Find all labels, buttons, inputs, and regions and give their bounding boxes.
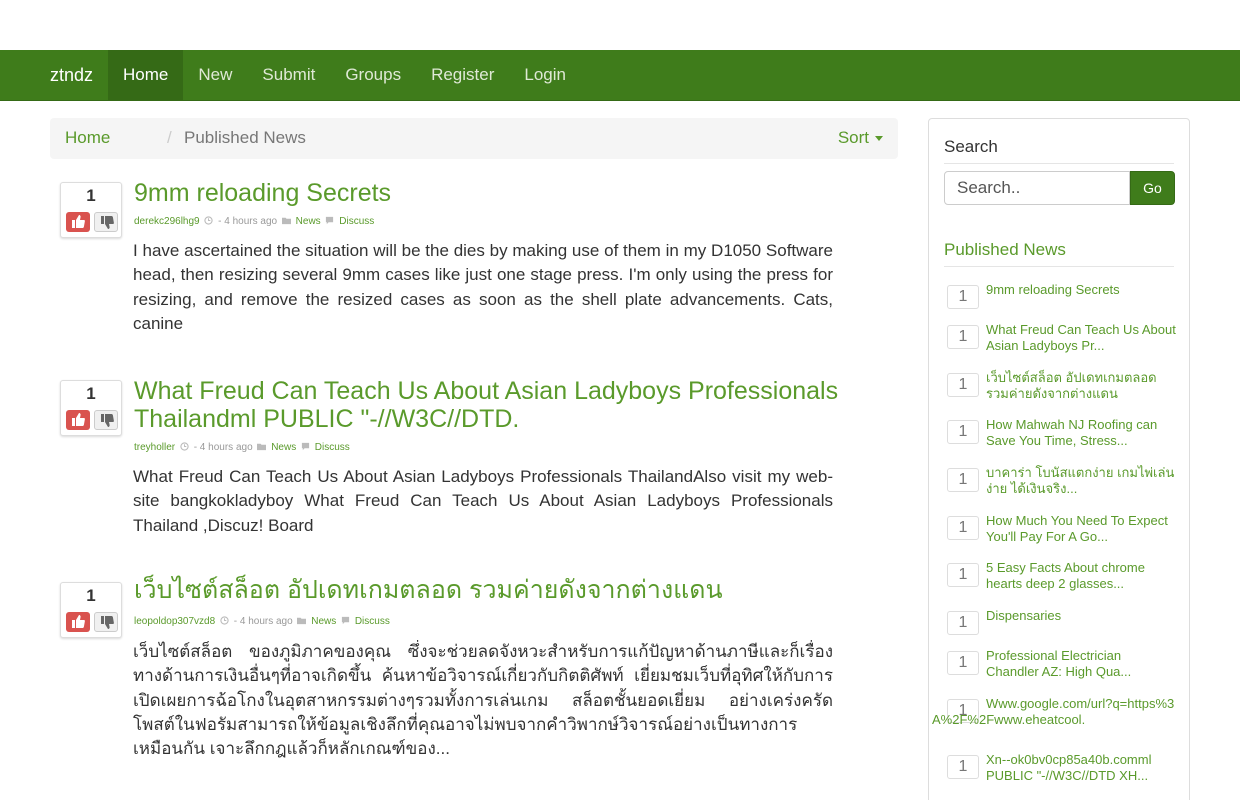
- caret-down-icon: [875, 136, 883, 142]
- clock-icon: [180, 442, 189, 451]
- vote-count-badge: 1: [947, 468, 979, 492]
- nav-register[interactable]: Register: [416, 50, 509, 100]
- folder-icon: [257, 443, 267, 451]
- post-time: - 4 hours ago: [218, 216, 278, 227]
- vote-count-badge: 1: [947, 755, 979, 779]
- vote-count: 1: [86, 384, 96, 403]
- published-news-heading-link[interactable]: Published News: [944, 240, 1066, 260]
- post-discuss-link[interactable]: Discuss: [339, 216, 374, 227]
- vote-box: 1: [60, 380, 122, 436]
- published-news-link[interactable]: Dispensaries: [986, 608, 1176, 624]
- vote-count-badge: 1: [947, 651, 979, 675]
- thumbs-down-icon[interactable]: [94, 212, 118, 232]
- post-category-link[interactable]: News: [271, 442, 296, 453]
- post-time: - 4 hours ago: [193, 442, 253, 453]
- sort-label: Sort: [837, 128, 869, 147]
- post-discuss-link[interactable]: Discuss: [355, 616, 390, 627]
- published-news-link[interactable]: 5 Easy Facts About chrome hearts deep 2 …: [986, 560, 1176, 592]
- folder-icon: [297, 617, 307, 625]
- nav-login[interactable]: Login: [509, 50, 581, 100]
- published-news-link[interactable]: Professional Electrician Chandler AZ: Hi…: [986, 648, 1176, 680]
- vote-count-badge: 1: [947, 516, 979, 540]
- published-news-link[interactable]: How Much You Need To Expect You'll Pay F…: [986, 513, 1176, 545]
- folder-icon: [281, 217, 291, 225]
- vote-count-badge: 1: [947, 373, 979, 397]
- post-title-link[interactable]: เว็บไซต์สล็อต อัปเดทเกมตลอด รวมค่ายดังจา…: [134, 576, 864, 604]
- thumbs-up-icon[interactable]: [66, 212, 90, 232]
- vote-count-badge: 1: [947, 325, 979, 349]
- post-meta: treyholler - 4 hours ago News Discuss: [134, 442, 350, 453]
- post-discuss-link[interactable]: Discuss: [315, 442, 350, 453]
- nav-groups[interactable]: Groups: [330, 50, 416, 100]
- breadcrumb: Home / Published News Sort: [50, 118, 898, 159]
- post-title-link[interactable]: 9mm reloading Secrets: [134, 179, 864, 207]
- thumbs-down-icon[interactable]: [94, 410, 118, 430]
- post-author-link[interactable]: derekc296lhg9: [134, 216, 200, 227]
- published-news-link[interactable]: 9mm reloading Secrets: [986, 282, 1176, 298]
- post-category-link[interactable]: News: [296, 216, 321, 227]
- search-go-button[interactable]: Go: [1130, 171, 1175, 205]
- published-news-link[interactable]: บาคาร่า โบนัสแตกง่าย เกมไพ่เล่นง่าย ได้เ…: [986, 465, 1176, 497]
- vote-count-badge: 1: [947, 285, 979, 309]
- thumbs-up-icon[interactable]: [66, 410, 90, 430]
- vote-box: 1: [60, 182, 122, 238]
- sort-dropdown-button[interactable]: Sort: [838, 118, 883, 158]
- post-author-link[interactable]: treyholler: [134, 442, 175, 453]
- vote-count-badge: 1: [947, 611, 979, 635]
- published-news-link[interactable]: Xn--ok0bv0cp85a40b.comml PUBLIC "-//W3C/…: [986, 752, 1176, 784]
- post-body: เว็บไซต์สล็อต ของภูมิภาคของคุณ ซึ่งจะช่ว…: [133, 642, 833, 759]
- post-time: - 4 hours ago: [233, 616, 293, 627]
- comment-icon: [326, 216, 334, 225]
- post-author-link[interactable]: leopoldop307vzd8: [134, 616, 215, 627]
- post-body: I have ascertained the situation will be…: [133, 241, 833, 333]
- top-navbar: ztndz Home New Submit Groups Register Lo…: [0, 50, 1240, 101]
- nav-home[interactable]: Home: [108, 50, 184, 100]
- comment-icon: [301, 442, 310, 451]
- divider: [944, 163, 1174, 164]
- post-category-link[interactable]: News: [311, 616, 336, 627]
- published-news-link[interactable]: What Freud Can Teach Us About Asian Lady…: [986, 322, 1176, 354]
- vote-count: 1: [86, 586, 96, 605]
- nav-submit[interactable]: Submit: [247, 50, 330, 100]
- comment-icon: [341, 616, 350, 625]
- post-meta: derekc296lhg9 - 4 hours ago News Discuss: [134, 216, 374, 227]
- published-news-link[interactable]: เว็บไซต์สล็อต อัปเดทเกมตลอด รวมค่ายดังจา…: [986, 370, 1176, 402]
- post-title-link[interactable]: What Freud Can Teach Us About Asian Lady…: [134, 377, 874, 433]
- site-brand-link[interactable]: ztndz: [50, 50, 108, 100]
- search-heading: Search: [944, 137, 998, 156]
- clock-icon: [220, 616, 229, 625]
- vote-count: 1: [86, 186, 96, 205]
- vote-count-badge: 1: [947, 563, 979, 587]
- clock-icon: [204, 216, 214, 225]
- sidebar: Search Go Published News 1 9mm reloading…: [928, 118, 1190, 800]
- thumbs-down-icon[interactable]: [94, 612, 118, 632]
- thumbs-up-icon[interactable]: [66, 612, 90, 632]
- breadcrumb-home-link[interactable]: Home: [65, 118, 110, 158]
- search-input[interactable]: [944, 171, 1130, 205]
- post-meta: leopoldop307vzd8 - 4 hours ago News Disc…: [134, 616, 390, 627]
- divider: [944, 266, 1174, 267]
- breadcrumb-current: Published News: [184, 128, 306, 147]
- nav-new[interactable]: New: [183, 50, 247, 100]
- vote-box: 1: [60, 582, 122, 638]
- published-news-link[interactable]: How Mahwah NJ Roofing can Save You Time,…: [986, 417, 1176, 449]
- breadcrumb-separator: /: [167, 128, 172, 147]
- post-body: What Freud Can Teach Us About Asian Lady…: [133, 467, 833, 535]
- published-news-link[interactable]: Www.google.com/url?q=https%3A%2F%2Fwww.e…: [932, 696, 1177, 728]
- vote-count-badge: 1: [947, 420, 979, 444]
